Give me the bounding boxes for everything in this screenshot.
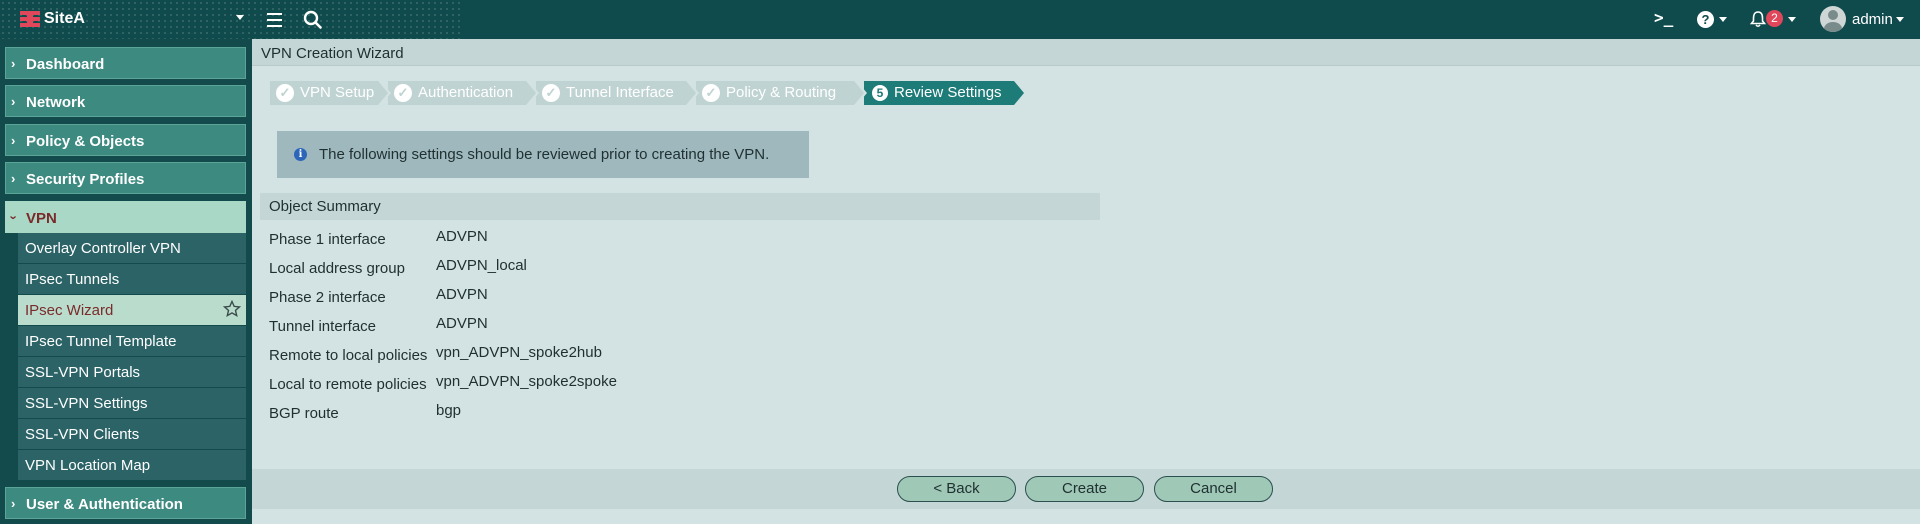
summary-key: Phase 1 interface	[269, 231, 386, 248]
user-dropdown-icon[interactable]	[1896, 17, 1904, 22]
sidebar-item-label: Dashboard	[26, 56, 105, 73]
chevron-right-icon: ›	[11, 496, 16, 511]
summary-row: Phase 1 interface ADVPN	[269, 228, 1089, 252]
summary-key: Remote to local policies	[269, 347, 428, 364]
info-icon: i	[294, 148, 307, 161]
username[interactable]: admin	[1852, 11, 1893, 28]
sidebar-item-label: VPN	[26, 210, 57, 227]
check-icon: ✓	[276, 84, 294, 102]
step-vpn-setup[interactable]: ✓ VPN Setup	[270, 81, 391, 105]
summary-header: Object Summary	[260, 193, 1100, 220]
summary-key: Tunnel interface	[269, 318, 377, 335]
sidebar-subitem-label: SSL-VPN Portals	[25, 364, 141, 381]
page-title: VPN Creation Wizard	[261, 45, 404, 62]
sidebar-item-security-profiles[interactable]: › Security Profiles	[5, 162, 246, 194]
step-label: Authentication	[418, 84, 514, 101]
chevron-down-icon: ›	[6, 215, 22, 220]
chevron-right-icon: ›	[11, 94, 16, 109]
sidebar-subitem-label: SSL-VPN Settings	[25, 395, 148, 412]
check-icon: ✓	[394, 84, 412, 102]
sidebar-subitem-label: IPsec Tunnel Template	[25, 333, 177, 350]
fortinet-logo-icon[interactable]	[20, 11, 40, 27]
cancel-button[interactable]: Cancel	[1154, 476, 1273, 502]
help-dropdown-icon[interactable]	[1719, 17, 1727, 22]
summary-row: Phase 2 interface ADVPN	[269, 286, 1089, 310]
step-number: 5	[872, 85, 888, 101]
sidebar: › Dashboard › Network › Policy & Objects…	[0, 39, 252, 524]
notification-badge[interactable]: 2	[1766, 10, 1783, 27]
user-avatar-icon[interactable]	[1820, 6, 1846, 32]
summary-value: ADVPN	[436, 228, 488, 245]
sidebar-subitem-ipsec-tunnels[interactable]: IPsec Tunnels	[18, 264, 246, 294]
sidebar-item-network[interactable]: › Network	[5, 85, 246, 117]
sidebar-subitem-ipsec-wizard[interactable]: IPsec Wizard	[18, 295, 246, 325]
site-dropdown-icon[interactable]	[236, 15, 244, 20]
step-authentication[interactable]: ✓ Authentication	[388, 81, 539, 105]
summary-key: BGP route	[269, 405, 339, 422]
wizard-footer: < Back Create Cancel	[252, 469, 1920, 509]
create-button[interactable]: Create	[1025, 476, 1144, 502]
sidebar-item-vpn[interactable]: › VPN	[5, 201, 246, 233]
step-review-settings[interactable]: 5 Review Settings	[864, 81, 1027, 105]
sidebar-subitem-label: Overlay Controller VPN	[25, 240, 181, 257]
chevron-right-icon: ›	[11, 56, 16, 71]
summary-row: Remote to local policies vpn_ADVPN_spoke…	[269, 344, 1089, 368]
summary-key: Local address group	[269, 260, 405, 277]
summary-key: Phase 2 interface	[269, 289, 386, 306]
summary-value: vpn_ADVPN_spoke2spoke	[436, 373, 617, 390]
summary-value: bgp	[436, 402, 462, 419]
sidebar-subitem-ipsec-tunnel-template[interactable]: IPsec Tunnel Template	[18, 326, 246, 356]
sidebar-subitem-label: SSL-VPN Clients	[25, 426, 140, 443]
sidebar-item-policy-objects[interactable]: › Policy & Objects	[5, 124, 246, 156]
step-label: Review Settings	[894, 84, 1002, 101]
summary-key: Local to remote policies	[269, 376, 427, 393]
sidebar-item-dashboard[interactable]: › Dashboard	[5, 47, 246, 79]
sidebar-item-label: Network	[26, 94, 86, 111]
sidebar-subitem-ssl-vpn-portals[interactable]: SSL-VPN Portals	[18, 357, 246, 387]
menu-icon[interactable]	[263, 9, 285, 31]
info-message: The following settings should be reviewe…	[319, 146, 770, 163]
summary-row: Tunnel interface ADVPN	[269, 315, 1089, 339]
top-bar: SiteA >_ ? 2 admin	[0, 0, 1920, 39]
step-label: VPN Setup	[300, 84, 375, 101]
sidebar-item-label: Policy & Objects	[26, 133, 145, 150]
sidebar-subitem-ssl-vpn-clients[interactable]: SSL-VPN Clients	[18, 419, 246, 449]
check-icon: ✓	[542, 84, 560, 102]
step-tunnel-interface[interactable]: ✓ Tunnel Interface	[536, 81, 699, 105]
summary-value: ADVPN	[436, 286, 488, 303]
step-label: Policy & Routing	[726, 84, 837, 101]
step-policy-routing[interactable]: ✓ Policy & Routing	[696, 81, 867, 105]
info-message-box: i The following settings should be revie…	[277, 131, 809, 178]
cli-console-icon[interactable]: >_	[1654, 8, 1673, 27]
sidebar-subitem-label: IPsec Wizard	[25, 302, 114, 319]
summary-row: BGP route bgp	[269, 402, 1089, 426]
summary-row: Local address group ADVPN_local	[269, 257, 1089, 281]
check-icon: ✓	[702, 84, 720, 102]
chevron-right-icon: ›	[11, 133, 16, 148]
step-label: Tunnel Interface	[566, 84, 674, 101]
sidebar-subitem-overlay-controller-vpn[interactable]: Overlay Controller VPN	[18, 233, 246, 263]
summary-row: Local to remote policies vpn_ADVPN_spoke…	[269, 373, 1089, 397]
sidebar-subitem-label: IPsec Tunnels	[25, 271, 120, 288]
sidebar-subitem-vpn-location-map[interactable]: VPN Location Map	[18, 450, 246, 480]
summary-value: vpn_ADVPN_spoke2hub	[436, 344, 602, 361]
sidebar-item-label: User & Authentication	[26, 496, 183, 513]
notification-dropdown-icon[interactable]	[1788, 17, 1796, 22]
sidebar-subitem-label: VPN Location Map	[25, 457, 151, 474]
star-icon[interactable]	[223, 300, 241, 318]
chevron-right-icon: ›	[11, 171, 16, 186]
search-icon[interactable]	[302, 9, 324, 31]
sidebar-subitem-ssl-vpn-settings[interactable]: SSL-VPN Settings	[18, 388, 246, 418]
help-icon[interactable]: ?	[1697, 11, 1714, 28]
summary-value: ADVPN	[436, 315, 488, 332]
summary-value: ADVPN_local	[436, 257, 527, 274]
back-button[interactable]: < Back	[897, 476, 1016, 502]
sidebar-item-label: Security Profiles	[26, 171, 145, 188]
summary-title: Object Summary	[269, 198, 381, 215]
page-header: VPN Creation Wizard	[252, 39, 1920, 66]
sidebar-item-user-authentication[interactable]: › User & Authentication	[5, 487, 246, 519]
bell-icon[interactable]	[1749, 10, 1767, 28]
site-name[interactable]: SiteA	[44, 10, 85, 28]
main-content: VPN Creation Wizard ✓ VPN Setup ✓ Authen…	[252, 39, 1920, 524]
